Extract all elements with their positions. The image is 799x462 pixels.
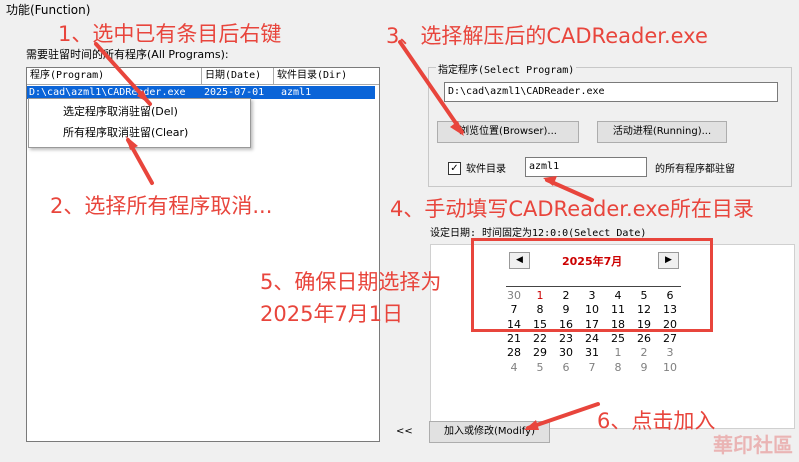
arrow-3 <box>398 40 464 134</box>
annotation-5-line2: 2025年7月1日 <box>260 302 404 326</box>
annotation-2: 2、选择所有程序取消... <box>50 194 273 218</box>
watermark-logo: 華印社區 <box>713 433 793 457</box>
annotation-1: 1、选中已有条目后右键 <box>58 22 282 46</box>
annotation-6: 6、点击加入 <box>597 409 716 433</box>
date-highlight-box <box>471 238 713 332</box>
annotation-arrows <box>94 40 600 430</box>
annotation-3: 3、选择解压后的CADReader.exe <box>386 24 708 48</box>
arrow-6 <box>526 402 600 430</box>
annotation-4: 4、手动填写CADReader.exe所在目录 <box>390 197 754 221</box>
annotation-5-line1: 5、确保日期选择为 <box>260 270 442 294</box>
